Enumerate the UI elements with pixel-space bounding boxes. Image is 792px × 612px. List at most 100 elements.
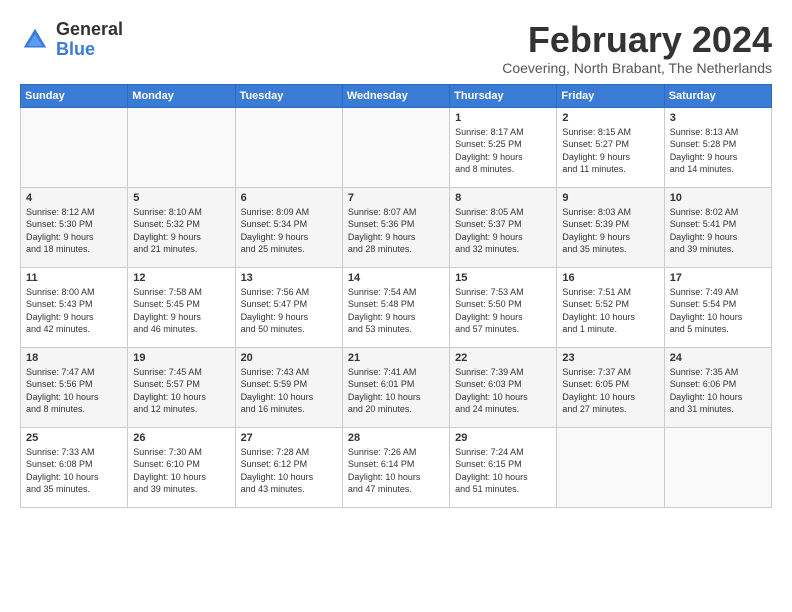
day-info: Sunrise: 7:45 AM Sunset: 5:57 PM Dayligh… xyxy=(133,366,229,416)
month-title: February 2024 xyxy=(502,20,772,60)
calendar-cell: 5 Sunrise: 8:10 AM Sunset: 5:32 PM Daylig… xyxy=(128,187,235,267)
calendar-week-row: 1Sunrise: 8:17 AM Sunset: 5:25 PM Daylig… xyxy=(21,107,772,187)
day-info: Sunrise: 8:00 AM Sunset: 5:43 PM Dayligh… xyxy=(26,286,122,336)
calendar-cell xyxy=(128,107,235,187)
logo-blue-text: Blue xyxy=(56,40,123,60)
day-number: 18 xyxy=(26,352,122,364)
logo: General Blue xyxy=(20,20,123,60)
calendar-cell: 1Sunrise: 8:17 AM Sunset: 5:25 PM Daylig… xyxy=(450,107,557,187)
calendar-cell: 4 Sunrise: 8:12 AM Sunset: 5:30 PM Daylig… xyxy=(21,187,128,267)
calendar-cell: 21Sunrise: 7:41 AM Sunset: 6:01 PM Dayli… xyxy=(342,347,449,427)
weekday-header-saturday: Saturday xyxy=(664,84,771,107)
calendar-week-row: 25Sunrise: 7:33 AM Sunset: 6:08 PM Dayli… xyxy=(21,427,772,507)
calendar-cell: 19 Sunrise: 7:45 AM Sunset: 5:57 PM Dayli… xyxy=(128,347,235,427)
day-info: Sunrise: 7:41 AM Sunset: 6:01 PM Dayligh… xyxy=(348,366,444,416)
calendar-cell: 29 Sunrise: 7:24 AM Sunset: 6:15 PM Dayli… xyxy=(450,427,557,507)
calendar-cell: 24 Sunrise: 7:35 AM Sunset: 6:06 PM Dayli… xyxy=(664,347,771,427)
weekday-header-wednesday: Wednesday xyxy=(342,84,449,107)
day-number: 8 xyxy=(455,192,551,204)
calendar-cell: 9Sunrise: 8:03 AM Sunset: 5:39 PM Daylig… xyxy=(557,187,664,267)
day-info: Sunrise: 8:15 AM Sunset: 5:27 PM Dayligh… xyxy=(562,126,658,176)
day-info: Sunrise: 7:56 AM Sunset: 5:47 PM Dayligh… xyxy=(241,286,337,336)
day-number: 16 xyxy=(562,272,658,284)
calendar-week-row: 18 Sunrise: 7:47 AM Sunset: 5:56 PM Dayli… xyxy=(21,347,772,427)
day-number: 22 xyxy=(455,352,551,364)
calendar-table: SundayMondayTuesdayWednesdayThursdayFrid… xyxy=(20,84,772,508)
weekday-header-friday: Friday xyxy=(557,84,664,107)
weekday-header-monday: Monday xyxy=(128,84,235,107)
calendar-cell: 12Sunrise: 7:58 AM Sunset: 5:45 PM Dayli… xyxy=(128,267,235,347)
day-info: Sunrise: 7:26 AM Sunset: 6:14 PM Dayligh… xyxy=(348,446,444,496)
calendar-cell: 13 Sunrise: 7:56 AM Sunset: 5:47 PM Dayli… xyxy=(235,267,342,347)
calendar-cell: 17 Sunrise: 7:49 AM Sunset: 5:54 PM Dayli… xyxy=(664,267,771,347)
day-info: Sunrise: 8:10 AM Sunset: 5:32 PM Dayligh… xyxy=(133,206,229,256)
calendar-cell: 6 Sunrise: 8:09 AM Sunset: 5:34 PM Daylig… xyxy=(235,187,342,267)
calendar-cell: 18 Sunrise: 7:47 AM Sunset: 5:56 PM Dayli… xyxy=(21,347,128,427)
page-header: General Blue February 2024 Coevering, No… xyxy=(20,20,772,76)
day-info: Sunrise: 7:24 AM Sunset: 6:15 PM Dayligh… xyxy=(455,446,551,496)
day-info: Sunrise: 8:17 AM Sunset: 5:25 PM Dayligh… xyxy=(455,126,551,176)
calendar-cell xyxy=(235,107,342,187)
weekday-header-row: SundayMondayTuesdayWednesdayThursdayFrid… xyxy=(21,84,772,107)
day-number: 29 xyxy=(455,432,551,444)
day-info: Sunrise: 7:43 AM Sunset: 5:59 PM Dayligh… xyxy=(241,366,337,416)
day-info: Sunrise: 8:09 AM Sunset: 5:34 PM Dayligh… xyxy=(241,206,337,256)
day-info: Sunrise: 8:12 AM Sunset: 5:30 PM Dayligh… xyxy=(26,206,122,256)
day-number: 17 xyxy=(670,272,766,284)
day-number: 15 xyxy=(455,272,551,284)
day-number: 25 xyxy=(26,432,122,444)
weekday-header-thursday: Thursday xyxy=(450,84,557,107)
calendar-cell: 26 Sunrise: 7:30 AM Sunset: 6:10 PM Dayli… xyxy=(128,427,235,507)
calendar-cell: 16 Sunrise: 7:51 AM Sunset: 5:52 PM Dayli… xyxy=(557,267,664,347)
calendar-cell xyxy=(21,107,128,187)
title-block: February 2024 Coevering, North Brabant, … xyxy=(502,20,772,76)
day-info: Sunrise: 7:35 AM Sunset: 6:06 PM Dayligh… xyxy=(670,366,766,416)
calendar-cell: 14 Sunrise: 7:54 AM Sunset: 5:48 PM Dayli… xyxy=(342,267,449,347)
day-info: Sunrise: 8:05 AM Sunset: 5:37 PM Dayligh… xyxy=(455,206,551,256)
day-number: 28 xyxy=(348,432,444,444)
calendar-cell: 15 Sunrise: 7:53 AM Sunset: 5:50 PM Dayli… xyxy=(450,267,557,347)
day-info: Sunrise: 7:53 AM Sunset: 5:50 PM Dayligh… xyxy=(455,286,551,336)
logo-text: General Blue xyxy=(56,20,123,60)
day-number: 4 xyxy=(26,192,122,204)
day-info: Sunrise: 7:47 AM Sunset: 5:56 PM Dayligh… xyxy=(26,366,122,416)
calendar-cell: 22 Sunrise: 7:39 AM Sunset: 6:03 PM Dayli… xyxy=(450,347,557,427)
day-number: 5 xyxy=(133,192,229,204)
location-text: Coevering, North Brabant, The Netherland… xyxy=(502,60,772,76)
day-number: 13 xyxy=(241,272,337,284)
day-number: 23 xyxy=(562,352,658,364)
calendar-cell: 25Sunrise: 7:33 AM Sunset: 6:08 PM Dayli… xyxy=(21,427,128,507)
calendar-cell: 3Sunrise: 8:13 AM Sunset: 5:28 PM Daylig… xyxy=(664,107,771,187)
day-number: 27 xyxy=(241,432,337,444)
calendar-cell: 23 Sunrise: 7:37 AM Sunset: 6:05 PM Dayli… xyxy=(557,347,664,427)
day-number: 2 xyxy=(562,112,658,124)
day-info: Sunrise: 7:54 AM Sunset: 5:48 PM Dayligh… xyxy=(348,286,444,336)
calendar-cell: 2 Sunrise: 8:15 AM Sunset: 5:27 PM Daylig… xyxy=(557,107,664,187)
calendar-cell: 27 Sunrise: 7:28 AM Sunset: 6:12 PM Dayli… xyxy=(235,427,342,507)
calendar-cell: 11 Sunrise: 8:00 AM Sunset: 5:43 PM Dayli… xyxy=(21,267,128,347)
day-number: 20 xyxy=(241,352,337,364)
day-number: 9 xyxy=(562,192,658,204)
day-number: 19 xyxy=(133,352,229,364)
calendar-cell: 8 Sunrise: 8:05 AM Sunset: 5:37 PM Daylig… xyxy=(450,187,557,267)
day-number: 26 xyxy=(133,432,229,444)
calendar-cell: 7 Sunrise: 8:07 AM Sunset: 5:36 PM Daylig… xyxy=(342,187,449,267)
calendar-week-row: 11 Sunrise: 8:00 AM Sunset: 5:43 PM Dayli… xyxy=(21,267,772,347)
day-info: Sunrise: 7:39 AM Sunset: 6:03 PM Dayligh… xyxy=(455,366,551,416)
calendar-cell: 10Sunrise: 8:02 AM Sunset: 5:41 PM Dayli… xyxy=(664,187,771,267)
day-number: 10 xyxy=(670,192,766,204)
day-number: 14 xyxy=(348,272,444,284)
calendar-cell xyxy=(342,107,449,187)
day-info: Sunrise: 7:37 AM Sunset: 6:05 PM Dayligh… xyxy=(562,366,658,416)
day-info: Sunrise: 7:28 AM Sunset: 6:12 PM Dayligh… xyxy=(241,446,337,496)
day-info: Sunrise: 8:07 AM Sunset: 5:36 PM Dayligh… xyxy=(348,206,444,256)
calendar-cell: 20 Sunrise: 7:43 AM Sunset: 5:59 PM Dayli… xyxy=(235,347,342,427)
day-number: 7 xyxy=(348,192,444,204)
day-number: 6 xyxy=(241,192,337,204)
day-info: Sunrise: 7:49 AM Sunset: 5:54 PM Dayligh… xyxy=(670,286,766,336)
day-number: 24 xyxy=(670,352,766,364)
day-number: 11 xyxy=(26,272,122,284)
day-info: Sunrise: 7:30 AM Sunset: 6:10 PM Dayligh… xyxy=(133,446,229,496)
calendar-cell: 28 Sunrise: 7:26 AM Sunset: 6:14 PM Dayli… xyxy=(342,427,449,507)
day-info: Sunrise: 7:51 AM Sunset: 5:52 PM Dayligh… xyxy=(562,286,658,336)
